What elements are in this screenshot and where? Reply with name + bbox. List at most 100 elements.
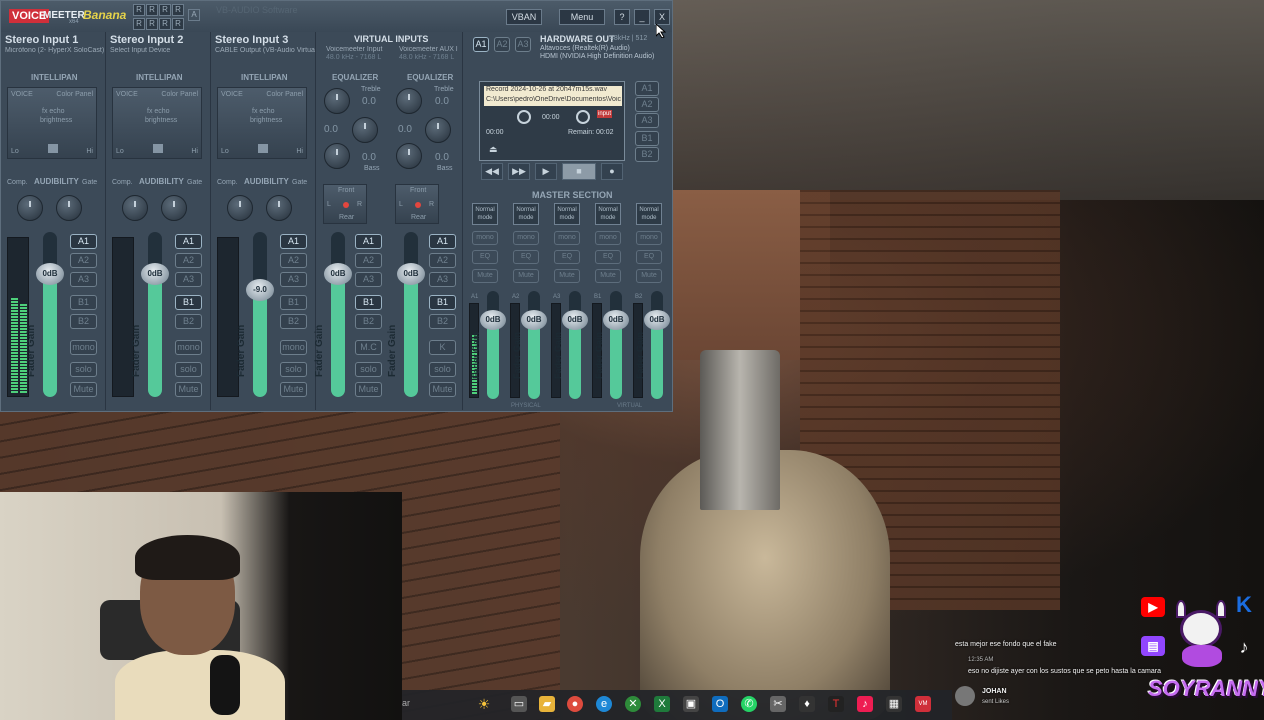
title-bar[interactable]: VOICE MEETER x64 Banana RRRR RRRR A VB-A… (1, 1, 672, 32)
bus-a2-button[interactable]: A2 (355, 253, 382, 268)
input-badge[interactable]: input (597, 110, 613, 118)
bus-b2-button[interactable]: B2 (175, 314, 202, 329)
strip-device[interactable]: Micrófono (2- HyperX SoloCast) (5, 47, 105, 54)
normal-mode-button[interactable]: Normal mode (472, 203, 498, 225)
solo-button[interactable]: solo (280, 362, 307, 377)
macro-a-box[interactable]: A (188, 9, 200, 21)
mono-button[interactable]: mono (70, 340, 97, 355)
bus-a3-button[interactable]: A3 (70, 272, 97, 287)
macro-r[interactable]: R (172, 17, 184, 30)
k-button[interactable]: K (429, 340, 456, 355)
tiktok-studio-icon[interactable]: T (828, 696, 844, 712)
bus-a3-button[interactable]: A3 (429, 272, 456, 287)
master-mute-button[interactable]: Mute (636, 269, 662, 283)
bus-a1-button[interactable]: A1 (429, 234, 456, 249)
gate-knob[interactable] (266, 195, 292, 221)
pan-handle[interactable] (153, 144, 163, 153)
file-explorer-icon[interactable]: ▰ (539, 696, 555, 712)
mute-button[interactable]: Mute (175, 382, 202, 397)
recorder-bus-a1[interactable]: A1 (635, 81, 659, 96)
task-view-icon[interactable]: ▭ (511, 696, 527, 712)
mono-button[interactable]: mono (175, 340, 202, 355)
master-fader-knob[interactable]: 0dB (644, 310, 670, 330)
macro-r[interactable]: R (159, 17, 171, 30)
intellipan-panel[interactable]: VOICE Color Panel fx echo brightness Lo … (112, 87, 202, 159)
bus-a1-button[interactable]: A1 (280, 234, 307, 249)
fader-knob[interactable]: 0dB (36, 263, 64, 285)
vban-button[interactable]: VBAN (506, 9, 542, 25)
menu-button[interactable]: Menu (559, 9, 605, 25)
gate-knob[interactable] (56, 195, 82, 221)
normal-mode-button[interactable]: Normal mode (513, 203, 539, 225)
hw-a3-tab[interactable]: A3 (515, 37, 531, 52)
bus-b1-button[interactable]: B1 (429, 295, 456, 310)
normal-mode-button[interactable]: Normal mode (595, 203, 621, 225)
master-mono-button[interactable]: mono (636, 231, 662, 245)
taskbar-search[interactable]: ar (402, 698, 410, 708)
master-mute-button[interactable]: Mute (595, 269, 621, 283)
bus-b2-button[interactable]: B2 (280, 314, 307, 329)
app-icon[interactable]: ▦ (886, 696, 902, 712)
bus-b1-button[interactable]: B1 (70, 295, 97, 310)
bus-b2-button[interactable]: B2 (70, 314, 97, 329)
strip-device[interactable]: Select Input Device (110, 47, 210, 54)
fader-gain[interactable]: Fader Gain (387, 232, 418, 397)
surround-position-dot[interactable] (343, 202, 349, 208)
master-mute-button[interactable]: Mute (554, 269, 580, 283)
mute-button[interactable]: Mute (355, 382, 382, 397)
bus-a2-button[interactable]: A2 (429, 253, 456, 268)
bus-a2-button[interactable]: A2 (175, 253, 202, 268)
close-button[interactable]: X (654, 9, 670, 25)
bus-b1-button[interactable]: B1 (280, 295, 307, 310)
bus-a1-button[interactable]: A1 (175, 234, 202, 249)
hw-a1-tab[interactable]: A1 (473, 37, 489, 52)
mc-button[interactable]: M.C (355, 340, 382, 355)
fader-knob[interactable]: 0dB (397, 263, 425, 285)
help-button[interactable]: ? (614, 9, 630, 25)
stop-button[interactable]: ■ (562, 163, 596, 180)
virtual-input-2-name[interactable]: Voicemeeter AUX I (399, 46, 461, 53)
macro-r[interactable]: R (133, 17, 145, 30)
master-eq-button[interactable]: EQ (595, 250, 621, 264)
voicemeeter-taskbar-icon[interactable]: VM (915, 696, 931, 712)
bus-a1-button[interactable]: A1 (355, 234, 382, 249)
master-fader[interactable]: Fader Gain (635, 291, 663, 399)
master-fader[interactable]: Fader Gain (512, 291, 540, 399)
comp-knob[interactable] (227, 195, 253, 221)
bus-a3-button[interactable]: A3 (175, 272, 202, 287)
outlook-icon[interactable]: O (712, 696, 728, 712)
app-icon[interactable]: ▣ (683, 696, 699, 712)
rewind-button[interactable]: ◀◀ (481, 163, 503, 180)
snipping-icon[interactable]: ✂ (770, 696, 786, 712)
eq-mid-knob[interactable] (425, 117, 451, 143)
pan-handle[interactable] (48, 144, 58, 153)
master-mono-button[interactable]: mono (472, 231, 498, 245)
master-fader-knob[interactable]: 0dB (562, 310, 588, 330)
bus-b2-button[interactable]: B2 (355, 314, 382, 329)
eq-treble-knob[interactable] (396, 88, 422, 114)
macro-r[interactable]: R (146, 4, 158, 16)
recorder-bus-b2[interactable]: B2 (635, 147, 659, 162)
fader-gain[interactable]: Fader Gain (26, 232, 57, 397)
weather-icon[interactable]: ☀ (476, 696, 492, 712)
mute-button[interactable]: Mute (280, 382, 307, 397)
master-fader[interactable]: Fader Gain (594, 291, 622, 399)
intellipan-panel[interactable]: VOICE Color Panel fx echo brightness Lo … (7, 87, 97, 159)
master-mono-button[interactable]: mono (513, 231, 539, 245)
play-button[interactable]: ▶ (535, 163, 557, 180)
bus-a3-button[interactable]: A3 (355, 272, 382, 287)
hardware-device-1[interactable]: Altavoces (Realtek(R) Audio) (540, 45, 630, 52)
bus-a3-button[interactable]: A3 (280, 272, 307, 287)
master-mono-button[interactable]: mono (554, 231, 580, 245)
eject-icon[interactable]: ⏏ (489, 144, 498, 155)
bus-a1-button[interactable]: A1 (70, 234, 97, 249)
master-mute-button[interactable]: Mute (472, 269, 498, 283)
recorder-bus-b1[interactable]: B1 (635, 131, 659, 146)
eq-bass-knob[interactable] (396, 143, 422, 169)
whatsapp-icon[interactable]: ✆ (741, 696, 757, 712)
strip-title[interactable]: Stereo Input 1 (5, 34, 78, 46)
macro-r[interactable]: R (172, 4, 184, 16)
solo-button[interactable]: solo (175, 362, 202, 377)
tiktok-icon[interactable]: ♪ (857, 696, 873, 712)
gate-knob[interactable] (161, 195, 187, 221)
